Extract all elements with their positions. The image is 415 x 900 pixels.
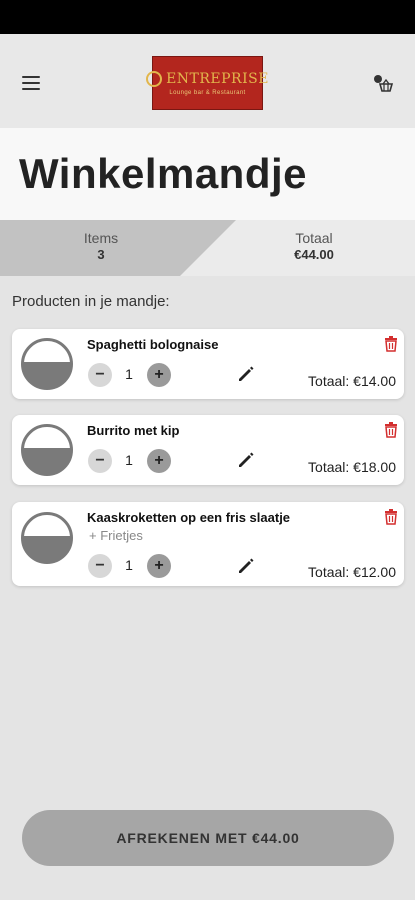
products-heading: Producten in je mandje:	[12, 293, 170, 310]
total-value: €44.00	[294, 247, 334, 262]
total-block: Totaal €44.00	[254, 230, 374, 262]
trash-icon[interactable]	[384, 509, 400, 527]
product-name: Burrito met kip	[87, 423, 180, 438]
item-total: Totaal: €18.00	[308, 459, 396, 475]
product-name: Spaghetti bolognaise	[87, 337, 219, 352]
user-basket-icon[interactable]	[372, 74, 394, 94]
pencil-icon[interactable]	[237, 365, 257, 385]
trash-icon[interactable]	[384, 336, 400, 354]
checkout-button[interactable]: AFREKENEN MET €44.00	[22, 810, 394, 866]
logo-text: ENTREPRISE	[166, 70, 269, 87]
quantity-value: 1	[125, 557, 133, 573]
logo-emblem-icon	[146, 70, 163, 87]
product-image-placeholder	[21, 512, 73, 564]
pencil-icon[interactable]	[237, 451, 257, 471]
items-value: 3	[97, 247, 105, 262]
quantity-value: 1	[125, 366, 133, 382]
page-title: Winkelmandje	[19, 150, 308, 197]
cart-item-card: Kaaskroketten op een fris slaatje + Frie…	[12, 502, 404, 586]
item-total: Totaal: €14.00	[308, 373, 396, 389]
cart-item-card: Burrito met kip − 1 + Totaal: €18.00	[12, 415, 404, 485]
quantity-increase-button[interactable]: +	[147, 554, 171, 578]
product-image-placeholder	[21, 424, 73, 476]
quantity-value: 1	[125, 452, 133, 468]
trash-icon[interactable]	[384, 422, 400, 440]
item-total: Totaal: €12.00	[308, 564, 396, 580]
total-label: Totaal	[295, 230, 333, 246]
product-extra: + Frietjes	[89, 528, 143, 543]
product-image-placeholder	[21, 338, 73, 390]
quantity-decrease-button[interactable]: −	[88, 449, 112, 473]
status-bar	[0, 0, 415, 34]
pencil-icon[interactable]	[237, 557, 257, 577]
app-header: ENTREPRISE Lounge bar & Restaurant	[0, 34, 415, 128]
product-name: Kaaskroketten op een fris slaatje	[87, 510, 291, 525]
items-count-block: Items 3	[41, 230, 161, 262]
quantity-decrease-button[interactable]: −	[88, 554, 112, 578]
brand-logo[interactable]: ENTREPRISE Lounge bar & Restaurant	[146, 56, 268, 110]
quantity-decrease-button[interactable]: −	[88, 363, 112, 387]
cart-summary: Items 3 Totaal €44.00	[0, 220, 415, 276]
cart-item-card: Spaghetti bolognaise − 1 + Totaal: €14.0…	[12, 329, 404, 399]
quantity-increase-button[interactable]: +	[147, 363, 171, 387]
title-panel: Winkelmandje	[0, 128, 415, 220]
logo-subtitle: Lounge bar & Restaurant	[169, 89, 246, 96]
quantity-increase-button[interactable]: +	[147, 449, 171, 473]
hamburger-menu-icon[interactable]	[22, 76, 42, 90]
items-label: Items	[83, 230, 119, 246]
